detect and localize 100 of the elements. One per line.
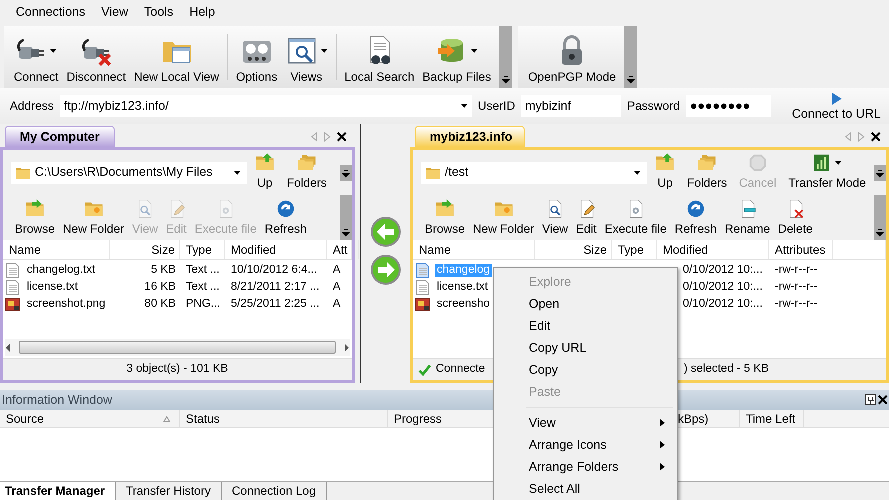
toolbar-button[interactable]: Browse	[11, 195, 60, 240]
toolbar-button[interactable]: Edit	[572, 195, 601, 240]
column-header[interactable]: Name	[413, 240, 535, 259]
toolbar-button[interactable]: Up	[651, 150, 680, 194]
menu-item[interactable]: Edit	[496, 315, 675, 337]
scroll-left-icon	[5, 342, 11, 352]
folder-arrow-icon	[25, 198, 45, 219]
menu-item[interactable]: Arrange Folders	[496, 456, 675, 478]
tab[interactable]: Connection Log	[222, 482, 328, 500]
column-header[interactable]: Size	[535, 240, 612, 259]
table-cell-text: 5/25/2011 2:25 ...	[230, 298, 321, 312]
toolbar-button[interactable]: Backup Files	[418, 26, 496, 88]
menu-item[interactable]: Connections	[9, 2, 92, 22]
toolbar-overflow-button[interactable]	[499, 26, 512, 88]
table-cell-text: 0/10/2012 10:...	[682, 298, 764, 312]
file-name[interactable]: screensho	[435, 298, 492, 312]
connect-to-url-button[interactable]: Connect to URL	[790, 90, 883, 122]
toolbar-button[interactable]: Views	[282, 26, 332, 88]
table-cell-text: PNG...	[185, 298, 222, 312]
toolbar-button[interactable]: Rename	[720, 195, 774, 240]
submenu-arrow-icon	[660, 463, 665, 471]
toolbar-button[interactable]: Disconnect	[62, 26, 130, 88]
table-cell-text: 0/10/2012 10:...	[682, 280, 764, 294]
toolbar-overflow-button[interactable]	[874, 164, 886, 180]
close-icon	[337, 132, 347, 142]
table-cell-text: Text ...	[185, 280, 221, 294]
file-name[interactable]: license.txt	[435, 280, 490, 294]
path-field[interactable]: /test	[421, 162, 648, 184]
file-name[interactable]: screenshot.png	[25, 298, 108, 312]
menu-item[interactable]: Copy	[496, 359, 675, 381]
toolbar-button[interactable]: Refresh	[670, 195, 721, 240]
scroll-left-icon	[845, 132, 852, 142]
toolbar-button[interactable]: New Folder	[59, 195, 128, 240]
toolbar-overflow-button[interactable]	[624, 26, 638, 88]
table-cell-text: 0/10/2012 10:...	[682, 264, 764, 278]
column-header[interactable]: Att	[327, 240, 352, 259]
column-header[interactable]: Time Left	[740, 410, 804, 427]
tab[interactable]: Transfer History	[116, 482, 222, 500]
menu-item[interactable]: Select All	[496, 478, 675, 500]
stop-icon	[748, 152, 768, 173]
pane-tab[interactable]: mybiz123.info	[415, 126, 525, 147]
caret-icon	[634, 170, 642, 176]
address-field[interactable]: ftp://mybiz123.info/	[60, 95, 457, 117]
caret-icon	[234, 170, 241, 176]
file-name[interactable]: license.txt	[25, 280, 80, 294]
column-header[interactable]: Type	[612, 240, 657, 259]
toolbar-button[interactable]: Execute file	[600, 195, 671, 240]
menu-item[interactable]: Copy URL	[496, 337, 675, 359]
toolbar-button[interactable]: New Folder	[469, 195, 538, 240]
column-header[interactable]: Modified	[657, 240, 769, 259]
toolbar-button[interactable]: Local Search	[340, 26, 419, 88]
caret-icon	[460, 103, 468, 109]
table-cell-text: 80 KB	[144, 298, 177, 312]
column-header[interactable]: Status	[180, 410, 388, 427]
toolbar-overflow-button[interactable]	[340, 164, 352, 180]
scroll-right-icon	[324, 132, 331, 142]
menu-item[interactable]: Tools	[137, 2, 181, 22]
scroll-right-icon	[344, 342, 350, 352]
toolbar-button[interactable]: Up	[251, 150, 279, 194]
column-header[interactable]: Type	[180, 240, 225, 259]
password-field[interactable]: ●●●●●●●●	[686, 95, 772, 117]
column-header[interactable]: Modified	[225, 240, 327, 259]
menu-item[interactable]: Arrange Icons	[496, 434, 675, 456]
column-header[interactable]: Source	[0, 410, 180, 427]
menu-item[interactable]: Open	[496, 293, 675, 315]
toolbar-button[interactable]: Options	[232, 26, 282, 88]
path-field[interactable]: C:\Users\R\Documents\My Files	[11, 162, 247, 184]
toolbar-button[interactable]: Connect	[10, 26, 63, 88]
user-id-field[interactable]: mybizinf	[521, 95, 622, 117]
toolbar-button[interactable]: Delete	[774, 195, 817, 240]
status-text: ) selected - 5 KB	[684, 362, 769, 376]
toolbar-button[interactable]: Folders	[683, 150, 732, 194]
column-header[interactable]: Size	[110, 240, 180, 259]
toolbar-button[interactable]: New Local View	[130, 26, 224, 88]
file-name[interactable]: changelog.txt	[25, 264, 98, 278]
menu-item[interactable]: View	[94, 2, 136, 22]
toolbar-overflow-button[interactable]	[340, 195, 352, 240]
field-label: UserID	[478, 98, 516, 114]
column-header[interactable]: Attributes	[769, 240, 833, 259]
arrow-right-button[interactable]	[370, 254, 402, 286]
horizontal-scrollbar[interactable]	[5, 339, 350, 356]
menu-item[interactable]: Help	[182, 2, 222, 22]
toolbar-button[interactable]: Transfer Mode	[784, 150, 870, 194]
text-file-icon	[415, 280, 431, 296]
column-header[interactable]: Name	[3, 240, 110, 259]
tab[interactable]: Transfer Manager	[0, 482, 116, 500]
toolbar-button[interactable]: Refresh	[260, 195, 311, 240]
toolbar-overflow-button[interactable]	[874, 195, 886, 240]
refresh-icon	[276, 198, 296, 219]
dropdown-button[interactable]	[456, 95, 472, 117]
folder-arrow-icon	[435, 198, 455, 219]
table-cell-text: Text ...	[185, 264, 221, 278]
folders-icon	[297, 152, 317, 173]
scroll-right-icon	[858, 132, 865, 142]
arrow-left-button[interactable]	[370, 216, 402, 248]
pane-tab[interactable]: My Computer	[5, 126, 115, 147]
toolbar-button[interactable]: View	[538, 195, 572, 240]
close-icon	[871, 132, 881, 142]
toolbar-button[interactable]: Folders	[283, 150, 332, 194]
toolbar-button[interactable]: Browse	[421, 195, 470, 240]
